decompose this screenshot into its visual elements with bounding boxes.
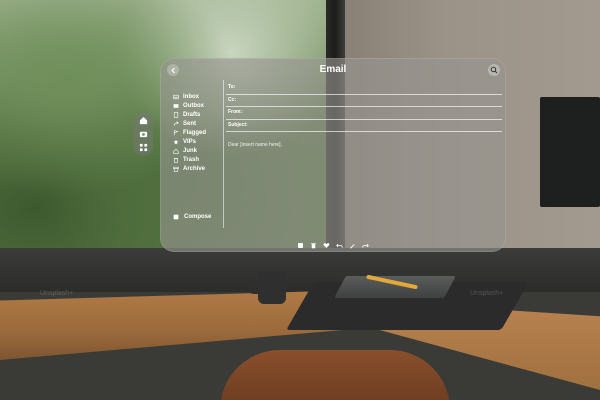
wall-cabinet — [540, 97, 600, 207]
sidebar-item-trash[interactable]: Trash — [172, 155, 222, 164]
sidebar-item-label: Flagged — [183, 129, 207, 136]
side-rail — [133, 112, 153, 156]
mug — [258, 272, 286, 304]
compose-icon — [173, 213, 181, 221]
subject-label: Subject: — [228, 121, 248, 128]
camera-icon[interactable] — [137, 128, 149, 140]
trash-icon — [172, 156, 180, 164]
sidebar-item-label: Sent — [183, 120, 197, 127]
sidebar-item-sent[interactable]: Sent — [172, 119, 222, 128]
inbox-icon — [172, 93, 180, 101]
sent-icon — [172, 120, 180, 128]
heart-icon[interactable] — [322, 241, 330, 249]
subject-field[interactable] — [250, 120, 500, 130]
email-window: Email Inbox Outbox Drafts Sent Flagged V… — [160, 58, 506, 252]
to-row: To: — [226, 82, 502, 95]
home-icon[interactable] — [137, 115, 149, 127]
to-field[interactable] — [250, 83, 500, 92]
drafts-icon — [172, 111, 180, 119]
sidebar-item-flagged[interactable]: Flagged — [172, 128, 222, 137]
sidebar-item-inbox[interactable]: Inbox — [172, 92, 222, 101]
junk-icon — [172, 147, 180, 155]
from-field[interactable] — [250, 108, 500, 117]
sidebar-item-label: Archive — [183, 165, 206, 172]
to-label: To: — [228, 84, 236, 90]
compose-button[interactable]: Compose — [173, 213, 211, 221]
search-icon — [490, 66, 498, 74]
attach-icon[interactable] — [296, 241, 304, 249]
draw-icon[interactable] — [349, 241, 357, 249]
chair — [220, 350, 450, 400]
cc-row: Cc: — [226, 95, 502, 107]
cc-label: Cc: — [228, 96, 237, 103]
sidebar-item-label: Junk — [183, 147, 198, 154]
sidebar-item-label: Trash — [183, 156, 200, 163]
compose-fields: To: Cc: From: Subject: — [226, 82, 502, 132]
sidebar-item-vips[interactable]: VIPs — [172, 137, 222, 146]
window-header: Email — [160, 58, 506, 80]
flag-icon — [172, 129, 180, 137]
undo-icon[interactable] — [336, 241, 344, 249]
sidebar-item-archive[interactable]: Archive — [172, 164, 222, 173]
watermark: Unsplash+ — [40, 290, 74, 297]
sidebar-item-outbox[interactable]: Outbox — [172, 101, 222, 110]
bottom-toolbar — [296, 240, 370, 250]
sidebar-divider — [223, 80, 224, 228]
search-button[interactable] — [488, 64, 500, 76]
window-title: Email — [319, 64, 347, 75]
cc-field[interactable] — [250, 95, 500, 105]
sidebar-item-label: VIPs — [183, 138, 197, 145]
archive-icon — [172, 165, 180, 173]
sidebar-item-junk[interactable]: Junk — [172, 146, 222, 155]
forward-icon[interactable] — [362, 241, 370, 249]
mailbox-sidebar: Inbox Outbox Drafts Sent Flagged VIPs Ju… — [172, 92, 222, 173]
notebook — [334, 276, 456, 298]
subject-row: Subject: — [226, 120, 502, 132]
grid-icon[interactable] — [137, 141, 149, 153]
outbox-icon — [172, 102, 180, 110]
compose-label: Compose — [184, 214, 212, 220]
from-label: From: — [228, 109, 243, 115]
sidebar-item-label: Inbox — [183, 93, 199, 100]
from-row: From: — [226, 107, 502, 120]
watermark: Unsplash+ — [470, 290, 504, 297]
sidebar-item-label: Outbox — [183, 102, 204, 109]
star-icon — [172, 138, 180, 146]
message-body[interactable]: Dear [insert name here], — [228, 142, 282, 148]
trash-icon[interactable] — [309, 241, 317, 249]
sidebar-item-drafts[interactable]: Drafts — [172, 110, 222, 119]
sidebar-item-label: Drafts — [183, 111, 201, 118]
